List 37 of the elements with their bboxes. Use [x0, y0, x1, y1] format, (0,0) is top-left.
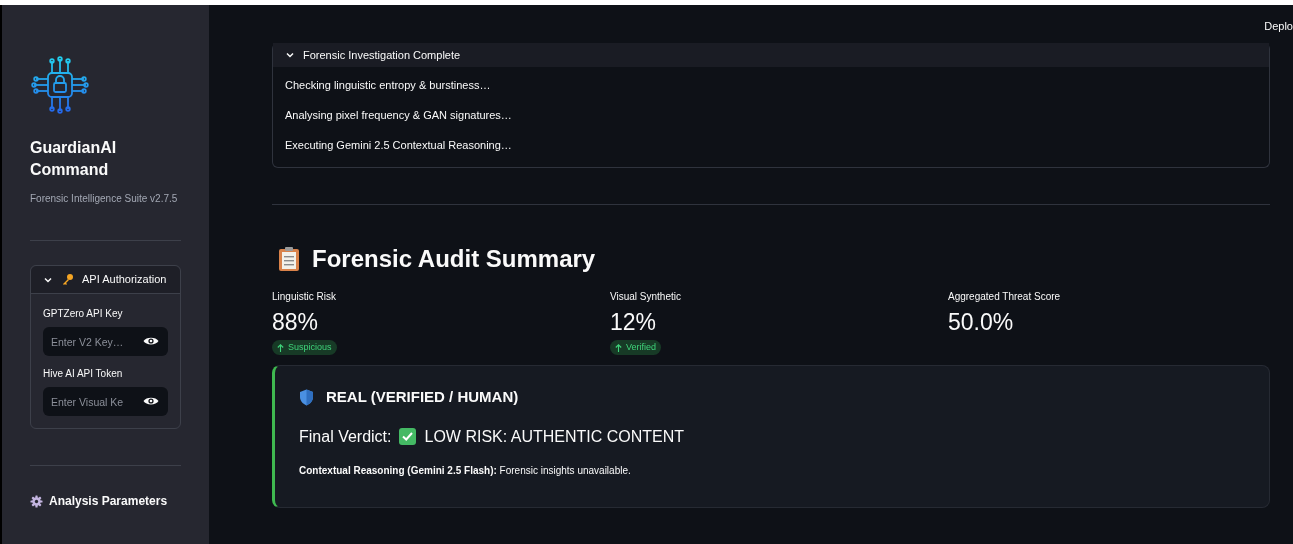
metric-label: Visual Synthetic: [610, 290, 682, 304]
chevron-icon: [285, 50, 295, 60]
checkmark-icon: [399, 428, 417, 445]
status-expander[interactable]: Forensic Investigation Complete: [273, 43, 1269, 67]
section-heading: Forensic Audit Summary: [312, 244, 596, 274]
metric-value: 12%: [610, 308, 658, 336]
delta-badge: Suspicious: [272, 340, 337, 355]
metric-label: Linguistic Risk: [272, 290, 337, 304]
reasoning-text: Contextual Reasoning (Gemini 2.5 Flash): Forensic insights unavailable.: [299, 463, 632, 478]
field-label: GPTZero API Key: [43, 307, 124, 321]
metric-value: 50.0%: [948, 308, 1015, 336]
password-field[interactable]: Enter Visual Ke: [43, 387, 168, 416]
shield-icon: [299, 388, 314, 406]
status-step: Checking linguistic entropy & burstiness…: [285, 77, 1257, 93]
status-step: Executing Gemini 2.5 Contextual Reasoning…: [285, 137, 1257, 153]
verdict-label: Final Verdict:: [299, 426, 392, 447]
arrow-up-icon: [615, 343, 622, 352]
section-heading: Analysis Parameters: [49, 493, 168, 510]
password-field[interactable]: Enter V2 Key…: [43, 327, 168, 356]
gear-icon: [30, 494, 43, 508]
status-step: Analysing pixel frequency & GAN signatures…: [285, 107, 1257, 123]
field-label: Hive AI API Token: [43, 367, 124, 381]
circuit-lock-logo: [30, 55, 90, 115]
app-subtitle: Forensic Intelligence Suite v2.7.5: [30, 192, 179, 206]
verdict-text: LOW RISK: AUTHENTIC CONTENT: [424, 426, 685, 447]
metric-label: Aggregated Threat Score: [948, 290, 1062, 304]
deploy-button[interactable]: Deplo: [1264, 18, 1293, 35]
metric-value: 88%: [272, 308, 320, 336]
classification-title: REAL (VERIFIED / HUMAN): [326, 387, 519, 407]
delta-badge: Verified: [610, 340, 662, 355]
clipboard-icon: [278, 246, 300, 272]
app-title: GuardianAI Command: [30, 138, 118, 180]
arrow-up-icon: [277, 343, 284, 352]
key-icon: [61, 273, 74, 286]
eye-icon[interactable]: [143, 336, 159, 346]
eye-icon[interactable]: [143, 396, 159, 406]
api-authorization-expander[interactable]: API Authorization: [31, 266, 180, 294]
